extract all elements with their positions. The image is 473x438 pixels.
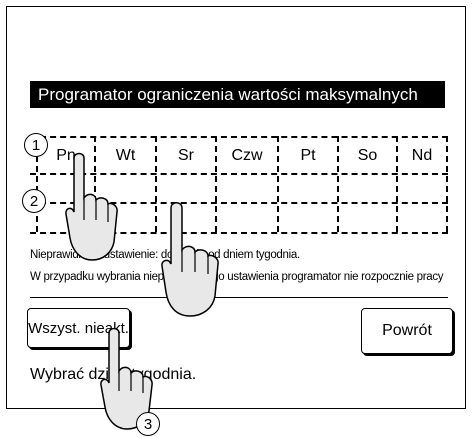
day-wednesday[interactable]: Sr <box>157 147 215 165</box>
day-thursday[interactable]: Czw <box>217 147 277 165</box>
setting-cell-saturday[interactable] <box>339 175 396 202</box>
grid-line <box>446 136 448 232</box>
day-saturday[interactable]: So <box>339 147 396 165</box>
callout-2: 2 <box>22 189 46 213</box>
day-sunday[interactable]: Nd <box>398 147 446 165</box>
back-button[interactable]: Powrót <box>361 308 453 354</box>
separator <box>30 297 448 298</box>
callout-3: 3 <box>136 412 160 436</box>
pointing-hand-icon <box>161 202 219 317</box>
callout-1: 1 <box>24 133 48 157</box>
pointing-hand-icon <box>65 152 118 261</box>
grid-line <box>30 136 448 138</box>
day-friday[interactable]: Pt <box>279 147 337 165</box>
note-warning: W przypadku wybrania nieprawidłowego ust… <box>30 271 444 283</box>
page-title: Programator ograniczenia wartości maksym… <box>30 81 445 108</box>
setting-cell-sunday[interactable] <box>398 175 446 202</box>
setting-cell-friday[interactable] <box>279 175 337 202</box>
